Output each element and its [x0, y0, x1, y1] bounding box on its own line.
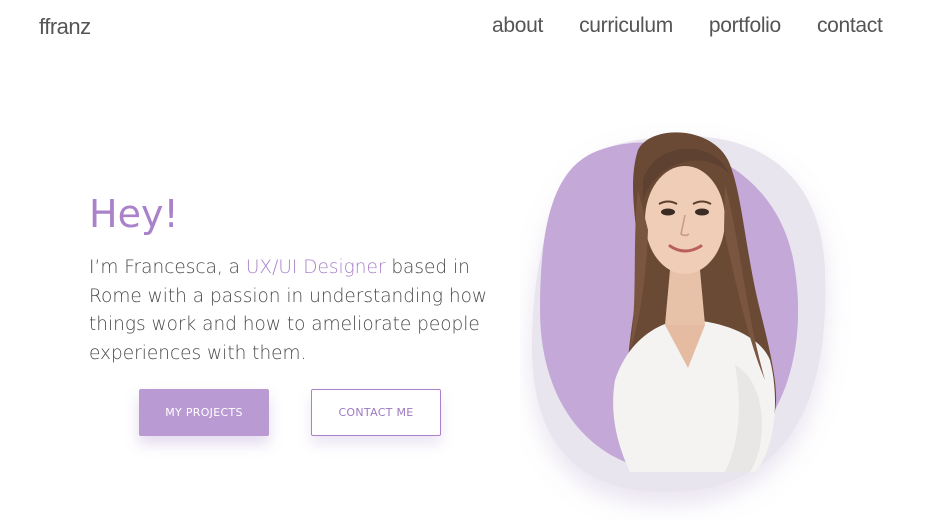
nav-curriculum[interactable]: curriculum [579, 14, 673, 38]
nav-contact[interactable]: contact [817, 14, 883, 38]
contact-me-button[interactable]: CONTACT ME [311, 389, 441, 436]
logo-link[interactable]: ffranz [39, 14, 91, 40]
my-projects-button[interactable]: MY PROJECTS [139, 389, 269, 436]
intro-prefix: I’m Francesca, a [89, 257, 246, 278]
nav-about[interactable]: about [492, 14, 543, 38]
nav-portfolio[interactable]: portfolio [709, 14, 781, 38]
hero-intro: I’m Francesca, a UX/UI Designer based in… [89, 254, 499, 368]
intro-role: UX/UI Designer [245, 257, 386, 278]
hero-title: Hey! [89, 192, 179, 236]
portrait-area [520, 120, 850, 520]
portrait-image [531, 132, 826, 493]
main-nav: about curriculum portfolio contact [492, 14, 883, 38]
